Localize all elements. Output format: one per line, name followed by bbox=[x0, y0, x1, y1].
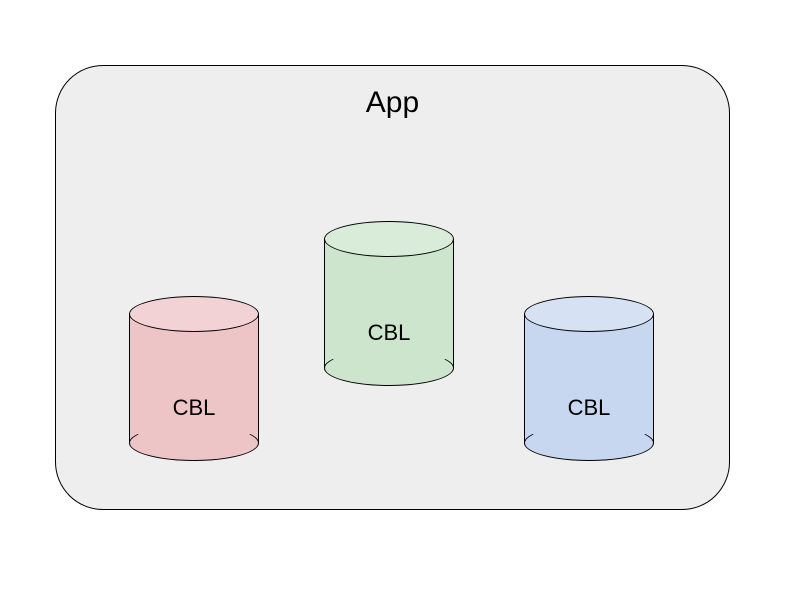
cylinder-blue: CBL bbox=[524, 296, 654, 461]
cylinder-green: CBL bbox=[324, 221, 454, 386]
cylinder-body bbox=[129, 314, 259, 443]
cylinder-red: CBL bbox=[129, 296, 259, 461]
cylinder-label: CBL bbox=[129, 395, 259, 421]
cylinder-top bbox=[524, 296, 654, 332]
cylinder-label: CBL bbox=[524, 395, 654, 421]
app-container: App CBL CBL CBL bbox=[55, 65, 730, 510]
cylinder-body bbox=[524, 314, 654, 443]
cylinder-label: CBL bbox=[324, 320, 454, 346]
app-title: App bbox=[56, 86, 729, 120]
cylinder-top bbox=[129, 296, 259, 332]
cylinder-body bbox=[324, 239, 454, 368]
cylinder-bottom bbox=[524, 425, 654, 461]
cylinder-bottom bbox=[324, 350, 454, 386]
cylinder-bottom bbox=[129, 425, 259, 461]
cylinder-top bbox=[324, 221, 454, 257]
